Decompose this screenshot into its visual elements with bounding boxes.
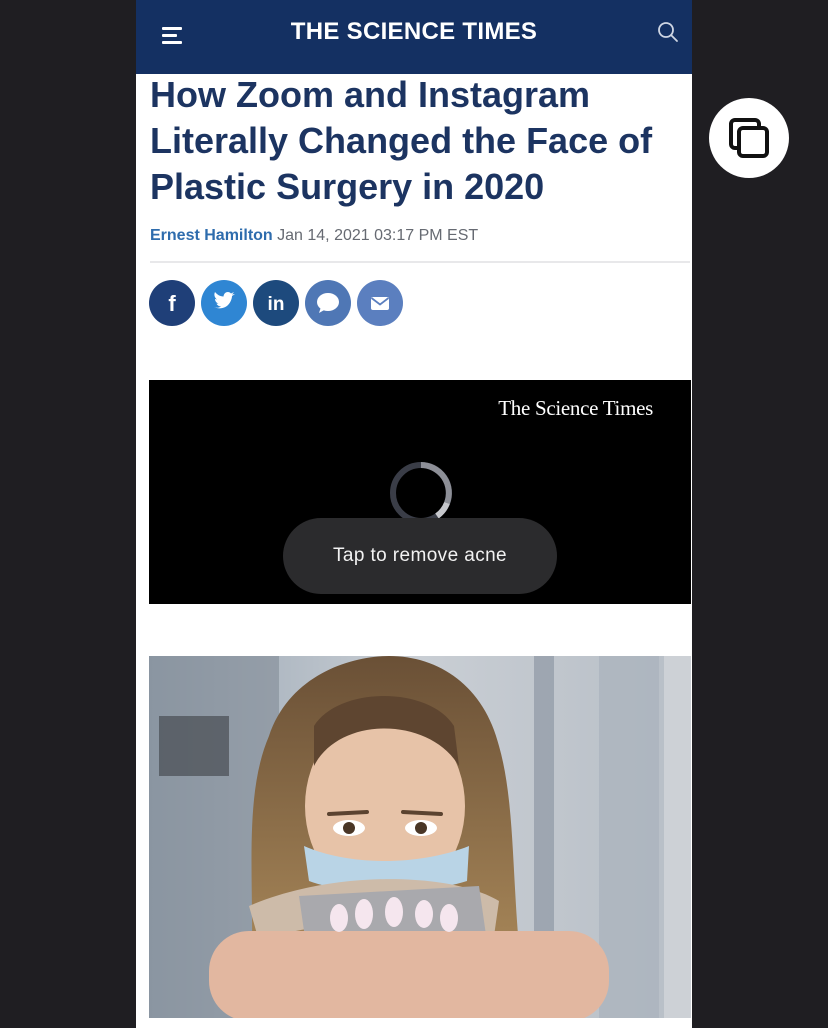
search-icon[interactable] — [656, 20, 680, 44]
svg-text:in: in — [268, 294, 285, 315]
author-link[interactable]: Ernest Hamilton — [150, 227, 273, 244]
message-icon — [317, 293, 339, 313]
linkedin-share-button[interactable]: in — [253, 280, 299, 326]
twitter-share-button[interactable] — [201, 280, 247, 326]
video-player[interactable]: The Science Times Tap to remove acne — [149, 380, 691, 604]
article-headline: How Zoom and Instagram Literally Changed… — [150, 74, 653, 207]
tap-to-remove-acne-toast[interactable]: Tap to remove acne — [283, 518, 557, 594]
byline: Ernest Hamilton Jan 14, 2021 03:17 PM ES… — [150, 227, 478, 245]
article-page: THE SCIENCE TIMES How Zoom and Instagram… — [136, 0, 692, 1028]
email-icon — [370, 297, 390, 310]
site-logo[interactable]: THE SCIENCE TIMES — [136, 18, 692, 46]
svg-text:f: f — [168, 291, 176, 316]
facebook-share-button[interactable]: f — [149, 280, 195, 326]
divider — [150, 261, 690, 263]
message-share-button[interactable] — [305, 280, 351, 326]
video-watermark: The Science Times — [498, 396, 653, 420]
publish-date: Jan 14, 2021 03:17 PM EST — [277, 227, 479, 244]
copy-window-icon — [729, 118, 769, 158]
site-header: THE SCIENCE TIMES — [136, 0, 692, 74]
email-share-button[interactable] — [357, 280, 403, 326]
linkedin-icon: in — [268, 294, 285, 315]
twitter-icon — [214, 292, 235, 309]
article-photo — [149, 656, 691, 1018]
facebook-icon: f — [168, 291, 176, 316]
woman-with-phone-photo — [149, 656, 691, 1018]
copy-window-button[interactable] — [709, 98, 789, 178]
